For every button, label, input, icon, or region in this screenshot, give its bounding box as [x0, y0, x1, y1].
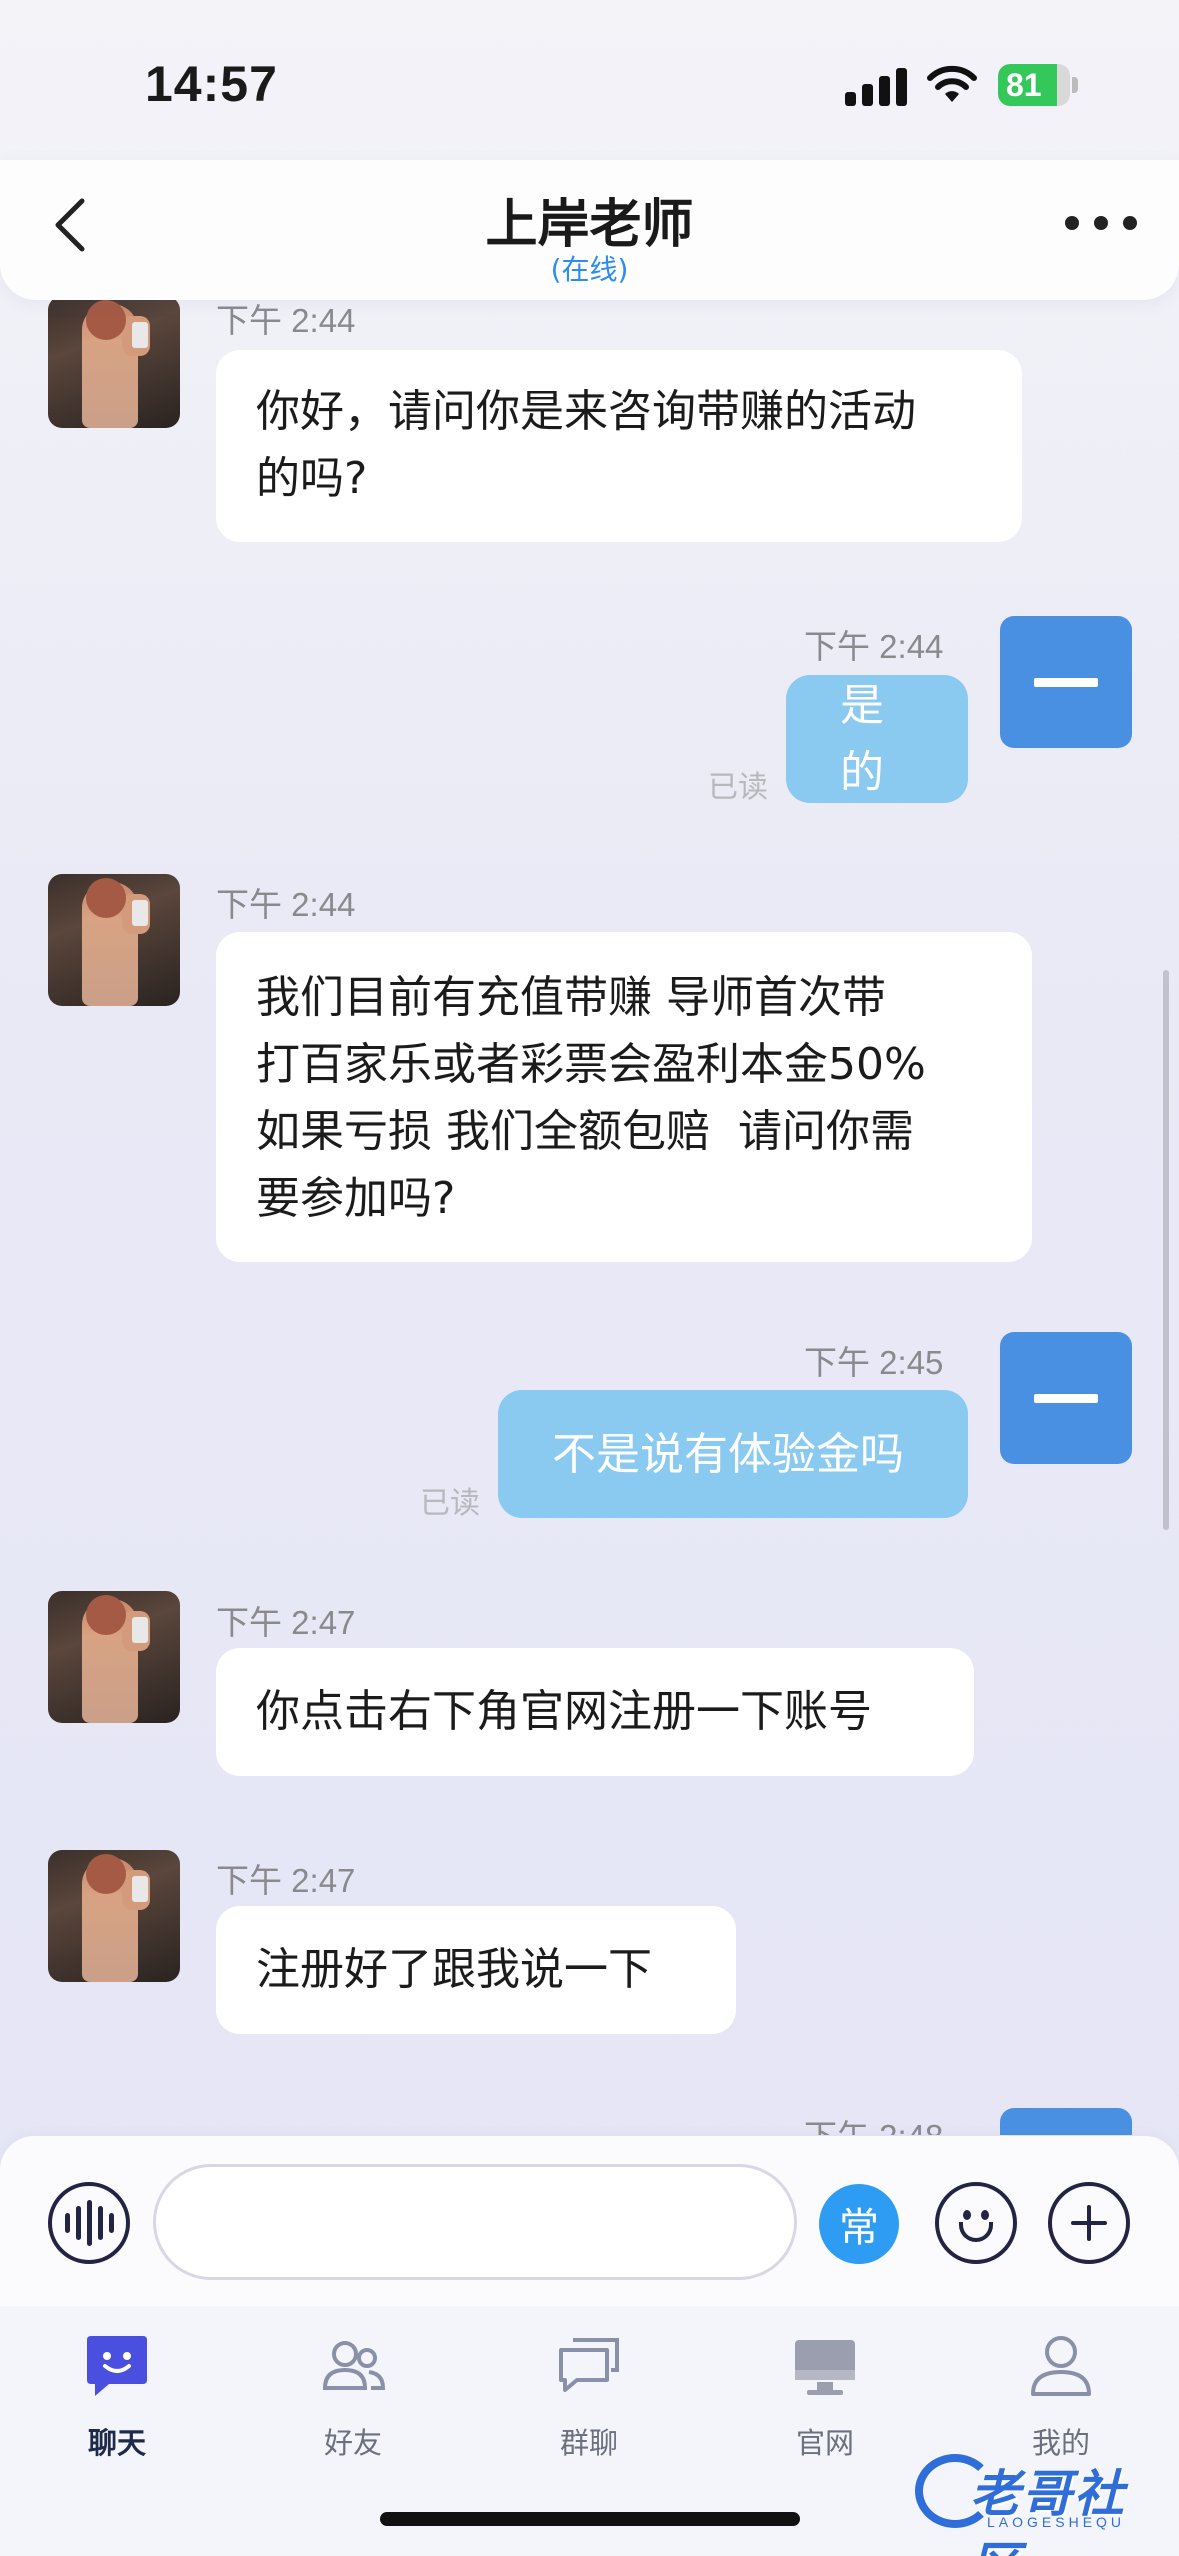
tab-profile[interactable]: 我的: [981, 2326, 1141, 2466]
message-line: 我们目前有充值带赚 导师首次带: [256, 972, 886, 1023]
cellular-signal-icon: [845, 66, 907, 106]
dot-icon: [1123, 216, 1137, 230]
contact-avatar[interactable]: [48, 300, 180, 428]
message-line: 注册好了跟我说一下: [256, 1944, 652, 1995]
watermark-text: 老哥社区: [970, 2465, 1126, 2556]
message-list[interactable]: 下午 2:44 你好，请问你是来咨询带赚的活动 的吗? 下午 2:44 是的 已…: [0, 300, 1179, 2135]
tab-friends[interactable]: 好友: [273, 2326, 433, 2466]
emoji-button[interactable]: [935, 2182, 1017, 2264]
voice-input-button[interactable]: [48, 2182, 130, 2264]
self-avatar[interactable]: [1000, 616, 1132, 748]
message-time: 下午 2:44: [216, 886, 356, 923]
group-chat-icon: [559, 2338, 619, 2392]
message-text: 是的: [840, 680, 884, 798]
message-line: 你点击右下角官网注册一下账号: [256, 1686, 872, 1737]
tab-group-chat[interactable]: 群聊: [509, 2326, 669, 2466]
message-time: 下午 2:47: [216, 1604, 356, 1641]
input-bar: 常: [0, 2136, 1179, 2306]
message-time: 下午 2:47: [216, 1862, 356, 1899]
dot-icon: [1065, 216, 1079, 230]
more-options-button[interactable]: [1065, 208, 1137, 238]
profile-icon: [1031, 2336, 1091, 2396]
outgoing-message[interactable]: 是的: [786, 675, 968, 803]
add-attachment-button[interactable]: [1048, 2182, 1130, 2264]
read-receipt: 已读: [708, 770, 768, 805]
online-status: (在线): [550, 253, 629, 286]
self-avatar[interactable]: [1000, 2108, 1132, 2135]
emoji-icon: [963, 2210, 971, 2220]
website-icon: [795, 2340, 855, 2395]
scrollbar[interactable]: [1163, 970, 1169, 1530]
incoming-message[interactable]: 你好，请问你是来咨询带赚的活动 的吗?: [216, 350, 1022, 542]
tab-label: 群聊: [559, 2426, 618, 2460]
chat-icon: [87, 2336, 147, 2396]
read-receipt: 已读: [420, 1486, 480, 1521]
message-time: 下午 2:48: [804, 2110, 943, 2135]
message-line: 打百家乐或者彩票会盈利本金50%: [256, 1039, 926, 1090]
battery-icon: 81: [998, 64, 1078, 106]
tab-label: 官网: [795, 2426, 854, 2460]
message-time: 下午 2:44: [216, 302, 356, 339]
incoming-message[interactable]: 你点击右下角官网注册一下账号: [216, 1648, 974, 1776]
incoming-message[interactable]: 注册好了跟我说一下: [216, 1906, 736, 2034]
dot-icon: [1094, 216, 1108, 230]
tab-chat[interactable]: 聊天: [37, 2326, 197, 2466]
friends-icon: [322, 2341, 386, 2390]
quick-phrase-button[interactable]: 常: [819, 2184, 899, 2264]
message-input[interactable]: [153, 2164, 797, 2280]
contact-avatar[interactable]: [48, 1850, 180, 1982]
self-avatar[interactable]: [1000, 1332, 1132, 1464]
message-time: 下午 2:45: [804, 1344, 944, 1381]
tab-website[interactable]: 官网: [745, 2326, 905, 2466]
incoming-message[interactable]: 我们目前有充值带赚 导师首次带 打百家乐或者彩票会盈利本金50% 如果亏损 我们…: [216, 932, 1032, 1262]
message-text: 不是说有体验金吗: [552, 1428, 904, 1480]
chat-header: 上岸老师 (在线): [0, 160, 1179, 300]
wifi-icon: [927, 65, 977, 102]
contact-avatar[interactable]: [48, 874, 180, 1006]
status-bar: 14:57 81: [0, 0, 1179, 160]
status-time: 14:57: [145, 56, 278, 112]
message-time: 下午 2:44: [804, 628, 944, 665]
watermark-subtext: LAOGESHEQU: [987, 2514, 1126, 2530]
message-line: 的吗?: [256, 453, 368, 504]
tab-label: 聊天: [87, 2426, 146, 2460]
contact-avatar[interactable]: [48, 1591, 180, 1723]
tab-label: 好友: [323, 2426, 382, 2460]
outgoing-message[interactable]: 不是说有体验金吗: [498, 1390, 968, 1518]
message-line: 如果亏损 我们全额包赔 请问你需: [256, 1106, 914, 1157]
home-indicator[interactable]: [380, 2512, 800, 2526]
watermark-logo: 老哥社区 LAOGESHEQU: [915, 2450, 1165, 2556]
battery-level: 81: [1006, 67, 1042, 103]
contact-name: 上岸老师: [485, 195, 694, 255]
message-line: 要参加吗?: [256, 1173, 456, 1224]
message-line: 你好，请问你是来咨询带赚的活动: [256, 386, 916, 437]
